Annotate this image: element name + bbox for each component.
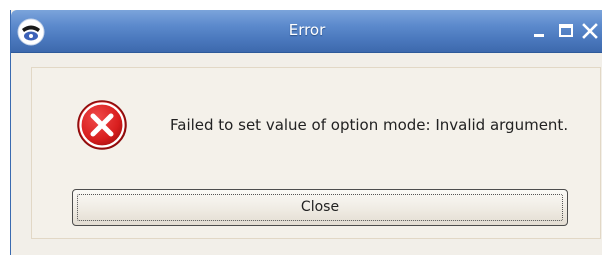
window-title: Error	[288, 21, 326, 39]
maximize-icon[interactable]	[557, 22, 575, 40]
close-icon[interactable]	[581, 22, 599, 40]
close-button[interactable]: Close	[72, 189, 568, 226]
error-icon	[77, 100, 127, 150]
error-dialog-window: Error Failed to set value of option mode…	[10, 10, 602, 255]
minimize-icon[interactable]	[531, 22, 549, 40]
close-button-label: Close	[300, 199, 340, 215]
error-message: Failed to set value of option mode: Inva…	[170, 116, 569, 134]
title-bar[interactable]: Error	[11, 10, 602, 53]
dialog-content: Failed to set value of option mode: Inva…	[31, 67, 601, 239]
